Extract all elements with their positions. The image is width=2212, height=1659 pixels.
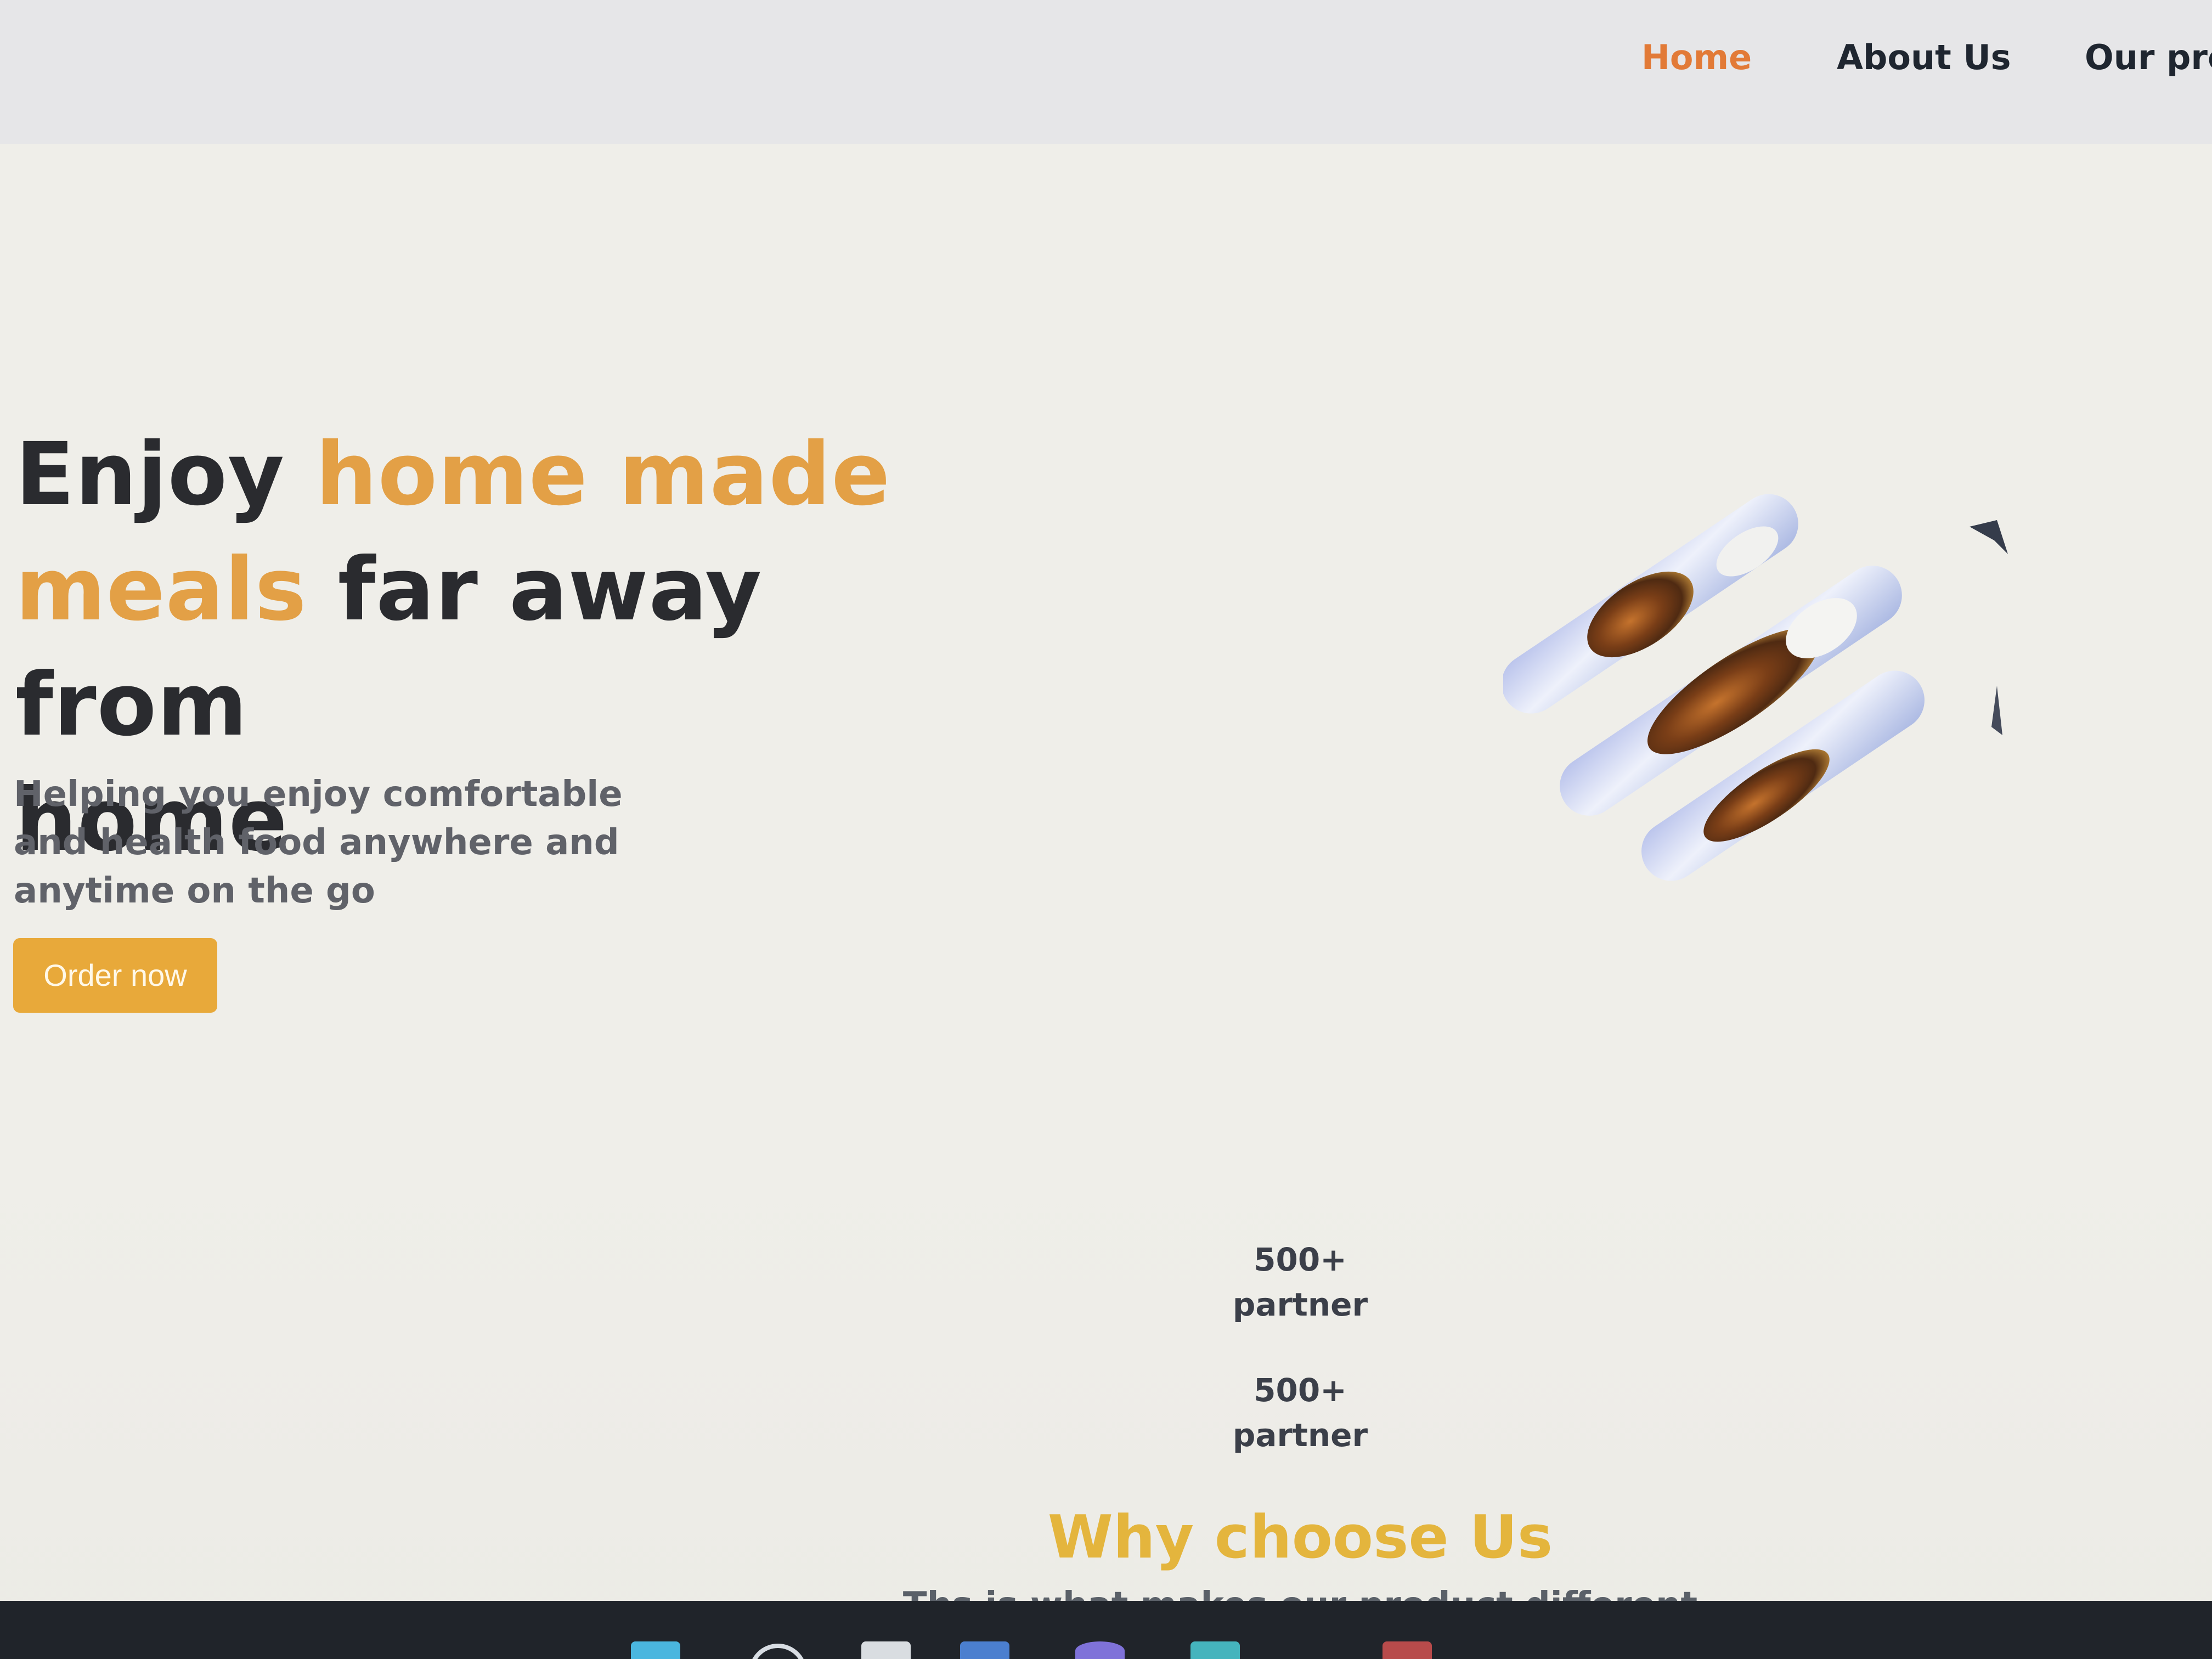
order-now-button[interactable]: Order now: [13, 938, 217, 1013]
store-icon[interactable]: [960, 1641, 1009, 1659]
file-explorer-icon[interactable]: [861, 1641, 911, 1659]
windows-icon[interactable]: [631, 1641, 680, 1659]
hero-title-accent-2: meals: [15, 539, 307, 640]
hero-title-text-1: Enjoy: [15, 424, 316, 525]
edge-icon[interactable]: [1075, 1641, 1125, 1659]
navbar: Home About Us Our pro: [0, 0, 2212, 144]
food-stripes-illustration: [1503, 494, 2008, 881]
nav-about-us-link[interactable]: About Us: [1837, 37, 2011, 77]
stat-label: partner: [1232, 1286, 1368, 1323]
stat-label: partner: [1232, 1417, 1368, 1454]
hero-title-accent-1: home made: [315, 424, 891, 525]
webpage: Home About Us Our pro Enjoy home made me…: [0, 0, 2212, 1659]
nav-home-link[interactable]: Home: [1641, 37, 1752, 77]
app-icon[interactable]: [1383, 1641, 1432, 1659]
nav-our-products-link[interactable]: Our pro: [2085, 37, 2212, 77]
hero-subtitle: Helping you enjoy comfortable and health…: [14, 774, 623, 911]
hero-food-image: [1503, 461, 2063, 922]
app-icon[interactable]: [1190, 1641, 1240, 1659]
stat-partners: 500+ partner: [1201, 1237, 1399, 1327]
windows-taskbar: [0, 1601, 2212, 1659]
stat-value: 500+: [1254, 1241, 1347, 1278]
search-icon[interactable]: [749, 1644, 807, 1659]
why-choose-title: Why choose Us: [1047, 1503, 1553, 1572]
stat-partners: 500+ partner: [1201, 1368, 1399, 1458]
stat-value: 500+: [1254, 1372, 1347, 1409]
